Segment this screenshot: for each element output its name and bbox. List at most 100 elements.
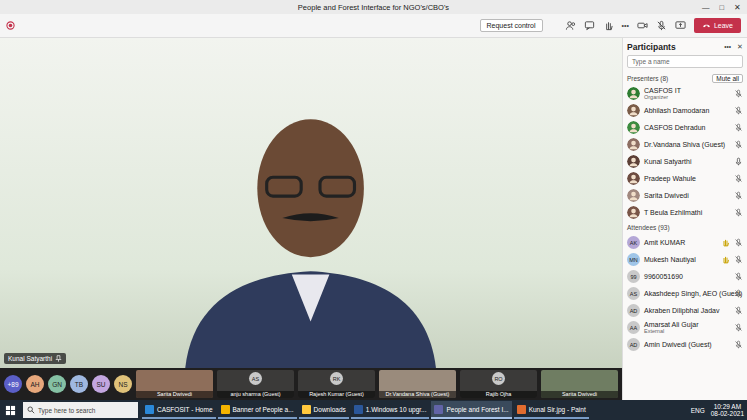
more-actions-button[interactable]: •••: [622, 22, 629, 29]
video-tile[interactable]: Dr.Vandana Shiva (Guest): [379, 370, 456, 398]
taskbar-app[interactable]: Kunal Sir.jpg - Paint: [514, 401, 589, 419]
group-header[interactable]: Presenters (8) Mute all: [627, 72, 743, 85]
participant-name: Dr.Vandana Shiva (Guest): [644, 141, 730, 148]
participant-row[interactable]: AD Akraben Dilipbhai Jadav: [627, 302, 743, 319]
window-control-button[interactable]: —: [702, 3, 710, 12]
participant-row[interactable]: Pradeep Wahule: [627, 170, 743, 187]
window-control-button[interactable]: ✕: [734, 3, 741, 12]
microphone-icon: [734, 157, 743, 166]
taskbar: Type here to search CASFOSIT - Home Bann…: [0, 400, 747, 420]
leave-button[interactable]: Leave: [694, 18, 741, 33]
participant-avatar: AA: [627, 321, 640, 334]
microphone-off-icon: [734, 323, 743, 332]
raised-hand-icon: [721, 238, 730, 247]
windows-start-icon[interactable]: [5, 405, 16, 416]
microphone-off-icon: [734, 289, 743, 298]
participant-name: CASFOS IT: [644, 87, 730, 94]
participant-strip: +89AHGNTBSUNS Sarita Dwivedi AS anju sharm…: [0, 368, 622, 400]
participant-role: Organizer: [644, 94, 730, 100]
taskbar-app[interactable]: People and Forest I...: [431, 401, 511, 419]
recording-icon: [6, 21, 15, 30]
microphone-off-icon: [734, 106, 743, 115]
participant-name: Kunal Satyarthi: [644, 158, 730, 165]
tile-name: Sarita Dwivedi: [541, 391, 618, 398]
chat-icon[interactable]: [584, 20, 595, 31]
app-icon: [145, 405, 154, 414]
participant-row[interactable]: CASFOS IT Organizer: [627, 85, 743, 102]
participant-name: 9960051690: [644, 273, 730, 280]
raised-hand-icon: [721, 255, 730, 264]
participant-avatar[interactable]: AH: [26, 375, 44, 393]
microphone-off-icon: [734, 123, 743, 132]
microphone-off-icon[interactable]: [656, 20, 667, 31]
participant-row[interactable]: Abhilash Damodaran: [627, 102, 743, 119]
participant-name: Sarita Dwivedi: [644, 192, 730, 199]
participant-photo-icon: [627, 87, 640, 100]
panel-more-button[interactable]: •••: [724, 43, 731, 50]
pin-icon[interactable]: [55, 355, 62, 362]
participant-name: T Beula Ezhilmathi: [644, 209, 730, 216]
participant-tile[interactable]: AS anju sharma (Guest): [217, 370, 294, 398]
participant-avatar: 99: [627, 270, 640, 283]
window-control-button[interactable]: □: [719, 3, 724, 12]
participant-search[interactable]: Type a name: [627, 55, 743, 68]
participant-row[interactable]: AS Akashdeep Singh, AEO (Guest): [627, 285, 743, 302]
camera-icon[interactable]: [637, 20, 648, 31]
participant-row[interactable]: Dr.Vandana Shiva (Guest): [627, 136, 743, 153]
request-control-button[interactable]: Request control: [480, 19, 543, 32]
participant-row[interactable]: MN Mukesh Nautiyal: [627, 251, 743, 268]
system-tray: ENG 10:29 AM 08-02-2021: [691, 403, 744, 418]
app-icon: [302, 405, 311, 414]
people-icon[interactable]: [565, 20, 576, 31]
taskbar-app[interactable]: Downloads: [299, 401, 349, 419]
taskbar-app[interactable]: Banner of People a...: [218, 401, 297, 419]
participant-row[interactable]: Kunal Satyarthi: [627, 153, 743, 170]
participant-avatar[interactable]: TB: [70, 375, 88, 393]
participant-photo-icon: [627, 172, 640, 185]
taskbar-search[interactable]: Type here to search: [23, 402, 138, 418]
participant-row[interactable]: AK Amit KUMAR: [627, 234, 743, 251]
participant-avatar[interactable]: SU: [92, 375, 110, 393]
participant-name: Pradeep Wahule: [644, 175, 730, 182]
participant-photo-icon: [627, 155, 640, 168]
group-label: Attendees (93): [627, 224, 670, 231]
participant-row[interactable]: AD Amin Dwivedi (Guest): [627, 336, 743, 353]
window-title: People and Forest Interface for NGO's/CB…: [298, 3, 449, 12]
app-icon: [221, 405, 230, 414]
clock[interactable]: 10:29 AM 08-02-2021: [711, 403, 744, 418]
taskbar-app[interactable]: CASFOSIT - Home: [142, 401, 216, 419]
microphone-off-icon: [734, 238, 743, 247]
video-tile[interactable]: Sarita Dwivedi: [136, 370, 213, 398]
participant-photo-icon: [627, 121, 640, 134]
share-screen-icon[interactable]: [675, 20, 686, 31]
group-header[interactable]: Attendees (93): [627, 221, 743, 234]
language-indicator[interactable]: ENG: [691, 407, 705, 414]
tile-name: anju sharma (Guest): [217, 391, 294, 398]
mute-all-button[interactable]: Mute all: [712, 74, 743, 83]
participant-avatar[interactable]: GN: [48, 375, 66, 393]
participant-row[interactable]: Sarita Dwivedi: [627, 187, 743, 204]
panel-close-button[interactable]: ✕: [737, 43, 743, 51]
participant-avatar: AS: [627, 287, 640, 300]
participant-name: Akashdeep Singh, AEO (Guest): [644, 290, 730, 297]
participant-name: Akraben Dilipbhai Jadav: [644, 307, 730, 314]
participant-row[interactable]: CASFOS Dehradun: [627, 119, 743, 136]
raise-hand-icon[interactable]: [603, 20, 614, 31]
tile-name: Sarita Dwivedi: [136, 391, 213, 398]
participant-tile[interactable]: RO Rajib Ojha: [460, 370, 537, 398]
participant-name: Abhilash Damodaran: [644, 107, 730, 114]
taskbar-app[interactable]: 1.Windows 10 upgr...: [351, 401, 430, 419]
participant-tile[interactable]: RK Rajesh Kumar (Guest): [298, 370, 375, 398]
participant-name: Amit KUMAR: [644, 239, 717, 246]
participant-avatar[interactable]: NS: [114, 375, 132, 393]
participant-row[interactable]: T Beula Ezhilmathi: [627, 204, 743, 221]
speaker-label: Kunal Satyarthi: [4, 353, 66, 364]
microphone-off-icon: [734, 140, 743, 149]
video-tile[interactable]: Sarita Dwivedi: [541, 370, 618, 398]
group-label: Presenters (8): [627, 75, 668, 82]
participant-row[interactable]: AA Amarsat Ali Gujar External: [627, 319, 743, 336]
participant-name: Amarsat Ali Gujar: [644, 321, 730, 328]
participant-photo-icon: [627, 206, 640, 219]
participant-row[interactable]: 99 9960051690: [627, 268, 743, 285]
participant-avatar[interactable]: +89: [4, 375, 22, 393]
